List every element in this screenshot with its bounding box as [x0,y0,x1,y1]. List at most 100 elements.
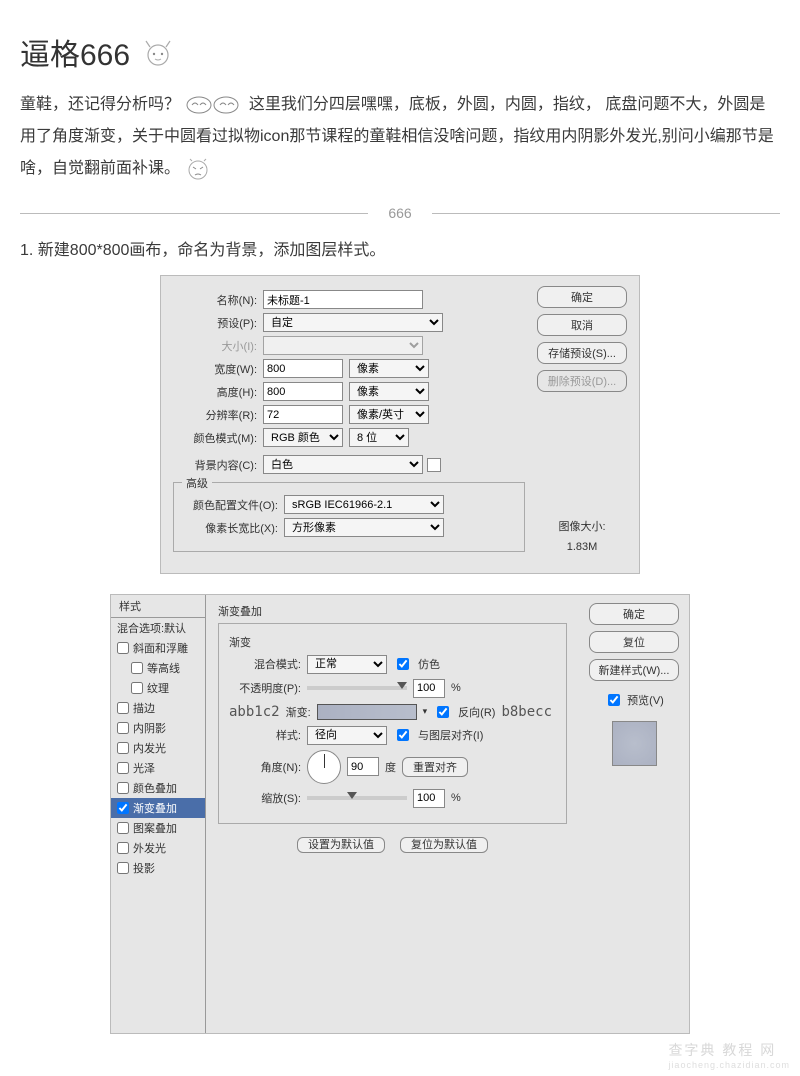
style-item-label: 外发光 [133,840,166,856]
height-unit-select[interactable]: 像素 [349,382,429,401]
intro-text-1: 童鞋，还记得分析吗？ [20,96,180,113]
bg-select[interactable]: 白色 [263,455,423,474]
step-1-text: 1. 新建800*800画布，命名为背景，添加图层样式。 [20,236,780,260]
bitdepth-select[interactable]: 8 位 [349,428,409,447]
image-size-value: 1.83M [537,538,627,558]
dither-checkbox[interactable] [397,658,409,670]
image-size-label: 图像大小: [537,518,627,538]
angry-emoji-icon [184,157,212,181]
gradient-overlay-settings: 渐变叠加 渐变 混合模式: 正常 仿色 不透明度(P): % abb1c2 渐变… [206,595,579,1033]
style-item-checkbox[interactable] [117,722,129,734]
style-item[interactable]: 渐变叠加 [111,798,205,818]
size-select [263,336,423,355]
delete-preset-button: 删除预设(D)... [537,370,627,392]
scale-input[interactable] [413,789,445,808]
style-item-checkbox[interactable] [117,702,129,714]
save-preset-button[interactable]: 存储预设(S)... [537,342,627,364]
cancel-button[interactable]: 取消 [537,314,627,336]
style-item[interactable]: 描边 [111,698,205,718]
angle-dial[interactable] [307,750,341,784]
resolution-unit-select[interactable]: 像素/英寸 [349,405,429,424]
resolution-label: 分辨率(R): [173,407,263,423]
style-item-checkbox[interactable] [117,742,129,754]
style-item-label: 描边 [133,700,155,716]
style-item[interactable]: 外发光 [111,838,205,858]
ls-ok-button[interactable]: 确定 [589,603,679,625]
bg-label: 背景内容(C): [173,457,263,473]
opacity-input[interactable] [413,679,445,698]
blendmode-select[interactable]: 正常 [307,655,387,674]
style-item-checkbox[interactable] [117,862,129,874]
dropdown-icon[interactable]: ▾ [423,706,428,717]
aspect-label: 像素长宽比(X): [184,520,284,536]
name-input[interactable] [263,290,423,309]
preview-label: 预览(V) [627,692,664,708]
section-divider: 666 [20,205,780,221]
style-item-label: 光泽 [133,760,155,776]
angle-input[interactable] [347,757,379,776]
reset-default-button[interactable]: 复位为默认值 [400,837,488,853]
colormode-select[interactable]: RGB 颜色 [263,428,343,447]
style-item-checkbox[interactable] [117,642,129,654]
resolution-input[interactable] [263,405,343,424]
profile-label: 颜色配置文件(O): [184,497,284,513]
gradient-label: 渐变: [286,704,311,720]
style-item-label: 内发光 [133,740,166,756]
bg-color-swatch[interactable] [427,458,441,472]
reverse-label: 反向(R) [458,704,495,720]
style-item[interactable]: 颜色叠加 [111,778,205,798]
advanced-label: 高级 [182,475,212,491]
style-select[interactable]: 径向 [307,726,387,745]
style-item-label: 投影 [133,860,155,876]
gradient-swatch[interactable] [317,704,417,720]
style-item[interactable]: 投影 [111,858,205,878]
style-item[interactable]: 内阴影 [111,718,205,738]
advanced-fieldset: 高级 颜色配置文件(O): sRGB IEC61966-2.1 像素长宽比(X)… [173,482,525,552]
style-item-checkbox[interactable] [131,682,143,694]
style-item-checkbox[interactable] [117,842,129,854]
style-item-label: 等高线 [147,660,180,676]
width-input[interactable] [263,359,343,378]
name-label: 名称(N): [173,292,263,308]
height-input[interactable] [263,382,343,401]
ok-button[interactable]: 确定 [537,286,627,308]
ls-reset-button[interactable]: 复位 [589,631,679,653]
ls-newstyle-button[interactable]: 新建样式(W)... [589,659,679,681]
opacity-slider[interactable] [307,686,407,690]
style-item[interactable]: 等高线 [111,658,205,678]
preview-thumbnail [612,721,657,766]
style-item-checkbox[interactable] [117,802,129,814]
style-item[interactable]: 内发光 [111,738,205,758]
style-item-checkbox[interactable] [131,662,143,674]
blend-options-item[interactable]: 混合选项:默认 [111,618,205,638]
width-unit-select[interactable]: 像素 [349,359,429,378]
width-label: 宽度(W): [173,361,263,377]
set-default-button[interactable]: 设置为默认值 [297,837,385,853]
preview-checkbox[interactable] [608,694,620,706]
aspect-select[interactable]: 方形像素 [284,518,444,537]
style-item-checkbox[interactable] [117,762,129,774]
intro-text-2: 这里我们分四层嘿嘿，底板，外圆，内圆，指纹， [249,96,601,113]
align-label: 与图层对齐(I) [418,727,483,743]
gradient-subtitle: 渐变 [229,634,556,650]
style-item[interactable]: 斜面和浮雕 [111,638,205,658]
scale-slider[interactable] [307,796,407,800]
preset-label: 预设(P): [173,315,263,331]
dither-label: 仿色 [418,656,440,672]
style-item[interactable]: 光泽 [111,758,205,778]
style-item[interactable]: 纹理 [111,678,205,698]
blendmode-label: 混合模式: [229,656,301,672]
size-label: 大小(I): [173,338,263,354]
profile-select[interactable]: sRGB IEC61966-2.1 [284,495,444,514]
style-item-checkbox[interactable] [117,782,129,794]
reverse-checkbox[interactable] [437,706,449,718]
watermark: 查字典 教程 网 jiaocheng.chazidian.com [668,1040,790,1070]
style-item[interactable]: 图案叠加 [111,818,205,838]
preset-select[interactable]: 自定 [263,313,443,332]
style-item-label: 颜色叠加 [133,780,177,796]
reset-align-button[interactable]: 重置对齐 [402,757,468,777]
scale-label: 缩放(S): [229,790,301,806]
style-item-checkbox[interactable] [117,822,129,834]
angle-unit: 度 [385,759,396,775]
align-checkbox[interactable] [397,729,409,741]
